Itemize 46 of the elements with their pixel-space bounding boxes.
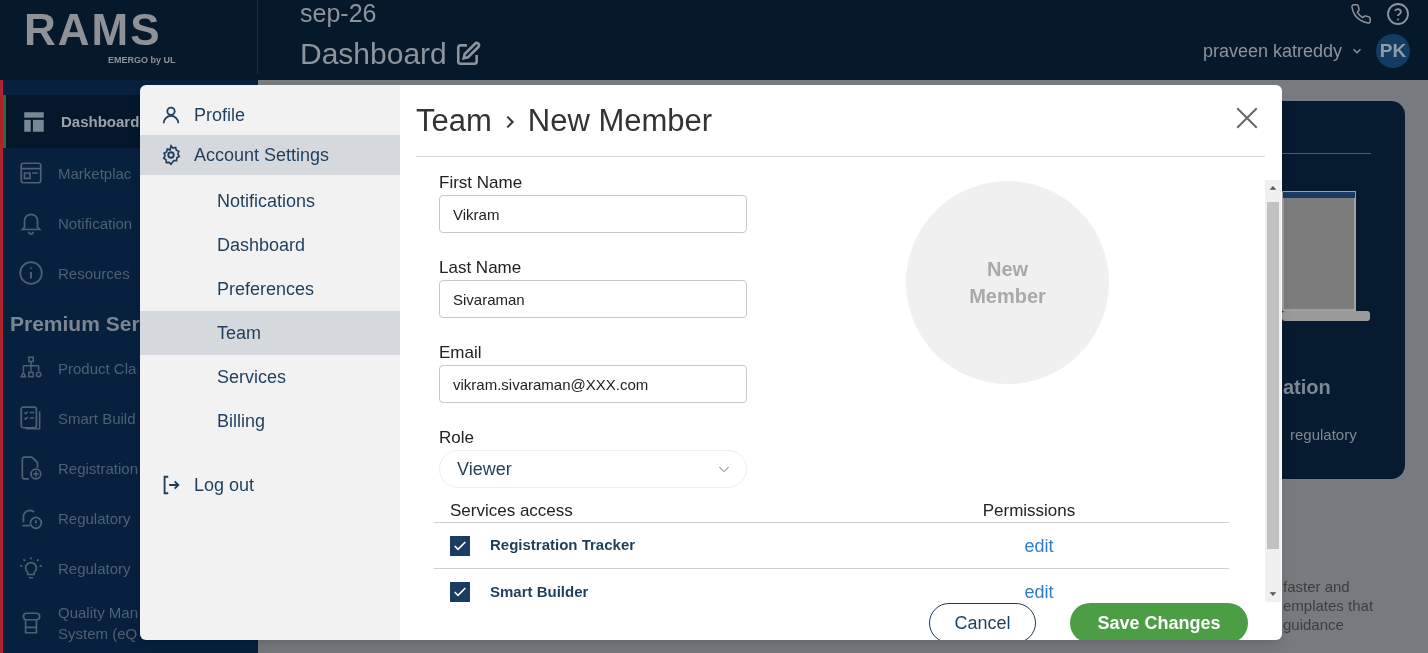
field-label: Role [439, 428, 475, 448]
dialog-title: New Member [527, 102, 713, 141]
sidebar-icon [18, 260, 44, 286]
edit-icon[interactable] [454, 41, 481, 67]
cancel-button[interactable]: Cancel [929, 603, 1036, 640]
checkbox[interactable] [450, 535, 470, 556]
menu-item[interactable]: Team [140, 311, 400, 355]
column-header: Services access [449, 499, 574, 522]
card-subtitle: regulatory [1290, 425, 1357, 445]
sidebar-icon [18, 555, 44, 581]
sidebar-icon [18, 455, 44, 481]
edit-link[interactable]: edit [1024, 535, 1054, 556]
service-name: Registration Tracker [490, 535, 637, 556]
input-field[interactable]: Sivaraman [439, 280, 747, 318]
settings-icon [160, 144, 182, 166]
person-icon [160, 104, 182, 126]
card-text: emplates that [1283, 596, 1374, 615]
card-text: faster and [1283, 577, 1351, 596]
input-field[interactable]: Vikram [439, 195, 747, 233]
sidebar-heading: Premium Ser [10, 310, 140, 337]
page-title: Dashboard [300, 37, 447, 71]
service-name: Smart Builder [490, 581, 590, 602]
user-menu[interactable]: praveen katreddy [1202, 37, 1364, 65]
user-avatar[interactable]: PK [1376, 34, 1410, 68]
scrollbar[interactable] [1265, 180, 1281, 602]
checkbox[interactable] [450, 582, 470, 602]
field-label: First Name [439, 173, 524, 193]
help-icon[interactable] [1386, 2, 1410, 26]
card-title: ation [1283, 375, 1331, 400]
field-label: Email [439, 343, 483, 363]
scroll-down-icon [1268, 589, 1278, 599]
edit-link[interactable]: edit [1024, 582, 1054, 602]
input-field[interactable]: vikram.sivaraman@XXX.com [439, 365, 747, 403]
breadcrumb-link[interactable]: Team [416, 98, 492, 145]
close-icon[interactable] [1234, 105, 1260, 131]
logo: RAMS [24, 6, 162, 54]
logo-subtitle: EMERGO by UL [108, 54, 176, 67]
card-text: guidance [1283, 615, 1345, 634]
avatar-text: New Member [968, 256, 1047, 309]
field-label: Last Name [439, 258, 523, 278]
date-label: sep-26 [300, 0, 378, 27]
menu-item[interactable]: Account Settings [140, 135, 400, 175]
phone-icon[interactable] [1350, 3, 1372, 25]
scroll-up-icon [1268, 183, 1278, 193]
sidebar-icon [18, 160, 44, 186]
column-header: Permissions [981, 499, 1077, 522]
